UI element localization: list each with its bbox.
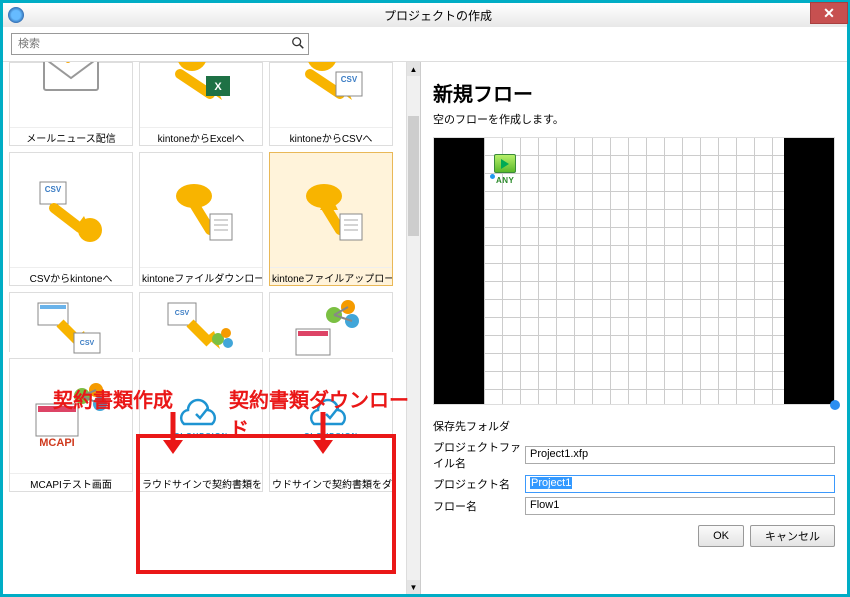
window: プロジェクトの作成 ✕ メールニュース配信 X kintoneからExcelへ — [0, 0, 850, 597]
tile-label: ラウドサインで契約書類を作成 — [140, 473, 262, 491]
preview-heading: 新規フロー — [433, 78, 835, 107]
folder-value — [525, 417, 835, 435]
search-input[interactable] — [11, 33, 309, 55]
template-grid-panel: メールニュース配信 X kintoneからExcelへ CSV kintoneか… — [3, 62, 421, 594]
mail-icon — [30, 62, 112, 106]
search-bar — [3, 27, 847, 62]
flow-preview: ANY — [433, 137, 835, 405]
flow-name-input[interactable]: Flow1 — [525, 497, 835, 515]
ok-button[interactable]: OK — [698, 525, 744, 547]
svg-text:CSV: CSV — [80, 340, 95, 347]
kintone-csv-icon: CSV — [290, 62, 372, 106]
svg-text:MCAPI: MCAPI — [39, 437, 74, 449]
start-node-icon[interactable] — [494, 154, 516, 173]
template-tile[interactable]: CSV kintoneからCSVへ — [269, 62, 393, 146]
preview-description: 空のフローを作成します。 — [433, 111, 835, 127]
tile-label: メールニュース配信 — [10, 127, 132, 145]
flow-icon — [290, 293, 372, 365]
cloudsign-icon: CLOUDSIGN — [160, 380, 242, 452]
project-form: 保存先フォルダ プロジェクトファイル名 Project1.xfp プロジェクト名… — [433, 417, 835, 519]
template-tile[interactable]: CSV — [9, 292, 133, 352]
svg-text:CLOUDSIGN: CLOUDSIGN — [174, 431, 228, 440]
any-label: ANY — [496, 176, 514, 185]
search-icon — [291, 36, 305, 50]
tile-label: CSVからkintoneへ — [10, 267, 132, 285]
project-name-label: プロジェクト名 — [433, 476, 525, 492]
tile-label: ウドサインで契約書類をダウンロ — [270, 473, 392, 491]
template-tile[interactable]: MCAPI MCAPIテスト画面 — [9, 358, 133, 492]
window-title: プロジェクトの作成 — [29, 7, 847, 24]
tile-label: kintoneからCSVへ — [270, 127, 392, 145]
svg-text:CSV: CSV — [175, 310, 190, 317]
scroll-down-icon[interactable]: ▼ — [407, 580, 420, 594]
tile-label: MCAPIテスト画面 — [10, 473, 132, 491]
project-file-input[interactable]: Project1.xfp — [525, 446, 835, 464]
kintone-multi-icon: CSV — [30, 293, 112, 365]
folder-label: 保存先フォルダ — [433, 418, 525, 434]
kintone-excel-icon: X — [160, 62, 242, 106]
preview-left-margin — [434, 138, 484, 404]
close-icon: ✕ — [823, 5, 835, 22]
kintone-multi-icon: CSV — [160, 293, 242, 365]
csv-kintone-icon: CSV — [30, 174, 112, 246]
cancel-button[interactable]: キャンセル — [750, 525, 835, 547]
tile-label: kintoneファイルダウンロード — [140, 267, 262, 285]
app-icon — [8, 7, 24, 23]
template-tile[interactable]: kintoneファイルダウンロード — [139, 152, 263, 286]
template-tile-cloudsign-create[interactable]: CLOUDSIGN ラウドサインで契約書類を作成 — [139, 358, 263, 492]
flow-canvas[interactable]: ANY — [484, 138, 784, 404]
template-tile[interactable]: X kintoneからExcelへ — [139, 62, 263, 146]
svg-text:X: X — [214, 81, 222, 93]
tile-label: kintoneからExcelへ — [140, 127, 262, 145]
resize-handle-icon[interactable] — [830, 400, 840, 410]
scroll-thumb[interactable] — [408, 116, 419, 236]
svg-text:CSV: CSV — [45, 185, 62, 194]
template-tile[interactable]: CSV CSVからkintoneへ — [9, 152, 133, 286]
right-panel: 新規フロー 空のフローを作成します。 ANY 保存先フォルダ プロジェクトフ — [421, 62, 847, 594]
svg-text:CLOUDSIGN: CLOUDSIGN — [304, 431, 358, 440]
tile-label: kintoneファイルアップロード — [270, 267, 392, 285]
kintone-download-icon — [160, 174, 242, 246]
connector-dot-icon — [490, 174, 495, 179]
preview-right-margin — [784, 138, 834, 404]
project-name-input[interactable]: Project1 — [525, 475, 835, 493]
template-tile[interactable] — [269, 292, 393, 352]
close-button[interactable]: ✕ — [810, 2, 848, 24]
project-file-label: プロジェクトファイル名 — [433, 439, 525, 471]
svg-text:CSV: CSV — [341, 75, 358, 84]
grid-scrollbar[interactable]: ▲ ▼ — [406, 62, 420, 594]
template-tile-selected[interactable]: kintoneファイルアップロード — [269, 152, 393, 286]
template-tile[interactable]: CSV — [139, 292, 263, 352]
cloudsign-icon: CLOUDSIGN — [290, 380, 372, 452]
template-tile-cloudsign-download[interactable]: CLOUDSIGN ウドサインで契約書類をダウンロ — [269, 358, 393, 492]
scroll-up-icon[interactable]: ▲ — [407, 62, 420, 76]
template-tile[interactable]: メールニュース配信 — [9, 62, 133, 146]
mcapi-icon: MCAPI — [30, 380, 112, 452]
flow-name-label: フロー名 — [433, 498, 525, 514]
kintone-upload-icon — [290, 174, 372, 246]
titlebar: プロジェクトの作成 ✕ — [3, 3, 847, 27]
